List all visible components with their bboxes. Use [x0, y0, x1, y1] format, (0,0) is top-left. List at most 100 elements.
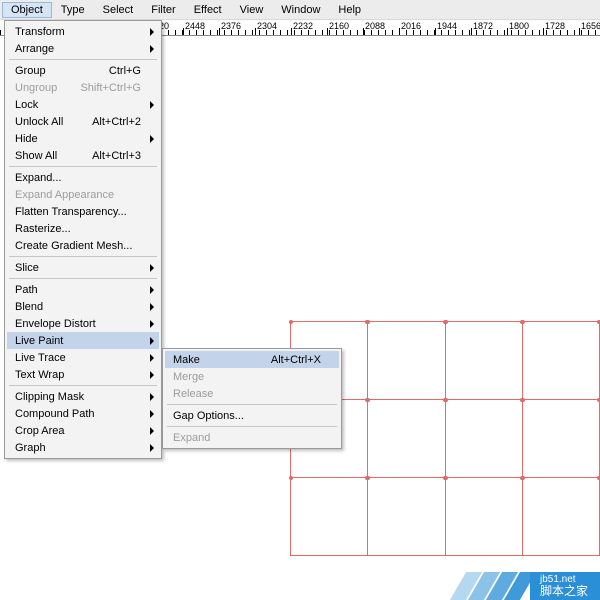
menu-item-label: Show All: [15, 150, 80, 162]
object-menu-item-lock[interactable]: Lock: [7, 96, 159, 113]
live-paint-item-gap-options[interactable]: Gap Options...: [165, 407, 339, 424]
menu-separator: [167, 404, 337, 405]
menubar-item-window[interactable]: Window: [272, 2, 329, 18]
object-menu-item-unlock-all[interactable]: Unlock All Alt+Ctrl+2: [7, 113, 159, 130]
submenu-arrow-icon: [150, 337, 154, 345]
ruler-tick: 2088: [365, 21, 385, 31]
menubar-item-view[interactable]: View: [231, 2, 273, 18]
menu-item-label: Slice: [15, 262, 141, 274]
menu-item-shortcut: Ctrl+G: [109, 65, 141, 77]
menu-item-label: Gap Options...: [173, 410, 321, 422]
ruler-tick: 2160: [329, 21, 349, 31]
object-menu-item-text-wrap[interactable]: Text Wrap: [7, 366, 159, 383]
object-menu-item-rasterize[interactable]: Rasterize...: [7, 220, 159, 237]
menubar-item-object[interactable]: Object: [2, 2, 52, 18]
object-menu-item-expand-appearance: Expand Appearance: [7, 186, 159, 203]
object-menu-item-compound-path[interactable]: Compound Path: [7, 405, 159, 422]
menu-item-label: Merge: [173, 371, 321, 383]
menu-item-label: Hide: [15, 133, 141, 145]
live-paint-item-merge: Merge: [165, 368, 339, 385]
submenu-arrow-icon: [150, 410, 154, 418]
menubar-item-effect[interactable]: Effect: [185, 2, 231, 18]
object-menu-item-expand[interactable]: Expand...: [7, 169, 159, 186]
ruler-tick: 2232: [293, 21, 313, 31]
menu-item-label: Rasterize...: [15, 223, 141, 235]
object-menu-item-clipping-mask[interactable]: Clipping Mask: [7, 388, 159, 405]
menu-item-label: Arrange: [15, 43, 141, 55]
menu-item-label: Live Trace: [15, 352, 141, 364]
menubar-item-filter[interactable]: Filter: [142, 2, 184, 18]
menu-separator: [167, 426, 337, 427]
menu-separator: [9, 256, 157, 257]
menu-item-label: Text Wrap: [15, 369, 141, 381]
object-menu-item-create-gradient-mesh[interactable]: Create Gradient Mesh...: [7, 237, 159, 254]
menu-item-label: Release: [173, 388, 321, 400]
submenu-arrow-icon: [150, 354, 154, 362]
live-paint-item-make[interactable]: Make Alt+Ctrl+X: [165, 351, 339, 368]
watermark-text: 脚本之家: [540, 585, 588, 598]
menubar-item-help[interactable]: Help: [329, 2, 370, 18]
live-paint-submenu: Make Alt+Ctrl+X Merge Release Gap Options...…: [162, 348, 342, 449]
submenu-arrow-icon: [150, 28, 154, 36]
ruler-tick: 1800: [509, 21, 529, 31]
submenu-arrow-icon: [150, 135, 154, 143]
menu-item-label: Unlock All: [15, 116, 80, 128]
ruler-tick: 1656: [581, 21, 600, 31]
menubar: ObjectTypeSelectFilterEffectViewWindowHe…: [0, 0, 600, 20]
object-menu-item-live-trace[interactable]: Live Trace: [7, 349, 159, 366]
ruler-tick: 2448: [185, 21, 205, 31]
menu-item-label: Path: [15, 284, 141, 296]
object-menu-item-group[interactable]: Group Ctrl+G: [7, 62, 159, 79]
menubar-item-type[interactable]: Type: [52, 2, 94, 18]
object-menu-item-blend[interactable]: Blend: [7, 298, 159, 315]
object-menu-item-crop-area[interactable]: Crop Area: [7, 422, 159, 439]
object-menu-item-ungroup: UngroupShift+Ctrl+G: [7, 79, 159, 96]
object-menu-item-envelope-distort[interactable]: Envelope Distort: [7, 315, 159, 332]
object-menu-item-flatten-transparency[interactable]: Flatten Transparency...: [7, 203, 159, 220]
menu-item-shortcut: Alt+Ctrl+3: [92, 150, 141, 162]
menu-item-label: Create Gradient Mesh...: [15, 240, 141, 252]
object-menu-item-hide[interactable]: Hide: [7, 130, 159, 147]
menu-item-label: Group: [15, 65, 97, 77]
menu-item-shortcut: Alt+Ctrl+2: [92, 116, 141, 128]
object-menu-item-slice[interactable]: Slice: [7, 259, 159, 276]
submenu-arrow-icon: [150, 444, 154, 452]
submenu-arrow-icon: [150, 371, 154, 379]
submenu-arrow-icon: [150, 101, 154, 109]
object-menu-item-arrange[interactable]: Arrange: [7, 40, 159, 57]
submenu-arrow-icon: [150, 286, 154, 294]
menu-item-label: Live Paint: [15, 335, 141, 347]
ruler-tick: 2304: [257, 21, 277, 31]
watermark: jb51.net 脚本之家: [458, 572, 600, 600]
menu-item-label: Lock: [15, 99, 141, 111]
ruler-tick: 1728: [545, 21, 565, 31]
submenu-arrow-icon: [150, 393, 154, 401]
submenu-arrow-icon: [150, 303, 154, 311]
menu-item-label: Envelope Distort: [15, 318, 141, 330]
object-menu-item-transform[interactable]: Transform: [7, 23, 159, 40]
menu-item-label: Transform: [15, 26, 141, 38]
object-menu-item-graph[interactable]: Graph: [7, 439, 159, 456]
menu-separator: [9, 59, 157, 60]
menu-item-label: Make: [173, 354, 259, 366]
menubar-item-select[interactable]: Select: [94, 2, 143, 18]
object-menu-item-path[interactable]: Path: [7, 281, 159, 298]
object-menu: Transform Arrange Group Ctrl+G UngroupShift+…: [4, 20, 162, 459]
menu-item-label: Crop Area: [15, 425, 141, 437]
object-menu-item-show-all[interactable]: Show All Alt+Ctrl+3: [7, 147, 159, 164]
ruler-tick: 2376: [221, 21, 241, 31]
menu-item-label: Expand: [173, 432, 321, 444]
live-paint-item-expand: Expand: [165, 429, 339, 446]
menu-item-label: Ungroup: [15, 82, 68, 94]
menu-item-label: Flatten Transparency...: [15, 206, 141, 218]
submenu-arrow-icon: [150, 320, 154, 328]
ruler-tick: 1872: [473, 21, 493, 31]
submenu-arrow-icon: [150, 45, 154, 53]
ruler-tick: 1944: [437, 21, 457, 31]
submenu-arrow-icon: [150, 427, 154, 435]
live-paint-item-release: Release: [165, 385, 339, 402]
menu-item-shortcut: Alt+Ctrl+X: [271, 354, 321, 366]
object-menu-item-live-paint[interactable]: Live Paint: [7, 332, 159, 349]
ruler-tick: 2016: [401, 21, 421, 31]
menu-separator: [9, 385, 157, 386]
